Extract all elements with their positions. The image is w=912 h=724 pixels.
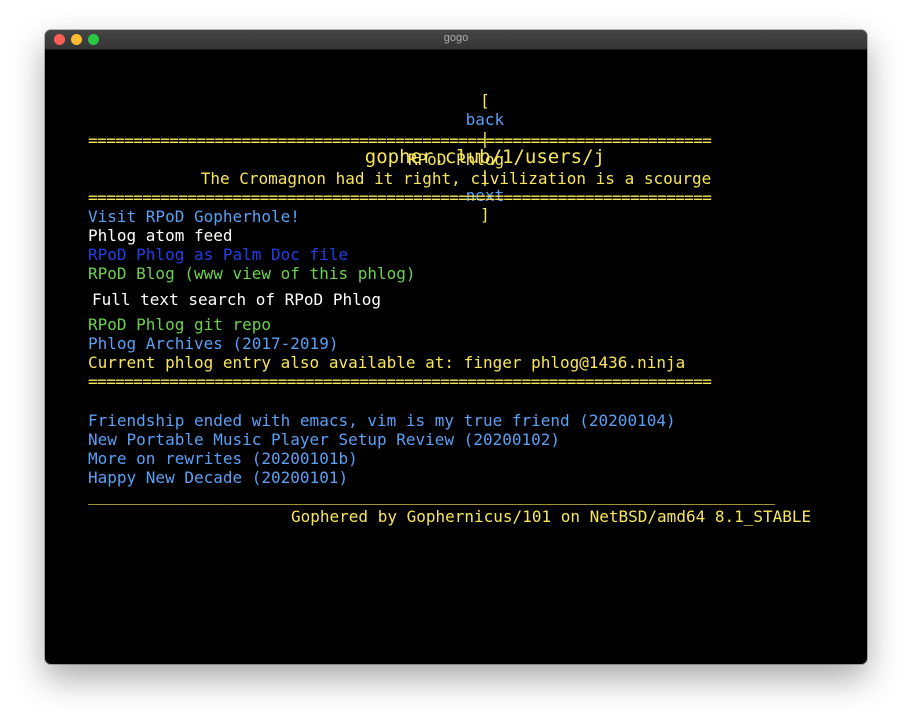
entry-link[interactable]: New Portable Music Player Setup Review (… (88, 430, 560, 449)
header-rule-top: ========================================… (88, 131, 712, 150)
phlog-title: RPoD Phlog (407, 150, 505, 169)
server-footer: Gophered by Gophernicus/101 on NetBSD/am… (291, 507, 812, 526)
footer-underline: ________________________________________… (88, 486, 775, 505)
entry-link[interactable]: Friendship ended with emacs, vim is my t… (88, 411, 676, 430)
title-bar: gogo (45, 30, 867, 50)
gopherhole-link[interactable]: Visit RPoD Gopherhole! (88, 207, 300, 226)
git-repo-link[interactable]: RPoD Phlog git repo (88, 315, 271, 334)
full-text-search-link[interactable]: Full text search of RPoD Phlog (92, 290, 381, 309)
gopher-page: [ back | gopher.club/1/users/j | next ] … (45, 50, 867, 664)
entry-link[interactable]: More on rewrites (20200101b) (88, 449, 358, 468)
palm-doc-link[interactable]: RPoD Phlog as Palm Doc file (88, 245, 348, 264)
back-link[interactable]: back (466, 110, 505, 129)
menu-rule: ========================================… (88, 372, 712, 391)
phlog-subtitle: The Cromagnon had it right, civilization… (200, 169, 712, 188)
window-title: gogo (443, 32, 469, 44)
archives-link[interactable]: Phlog Archives (2017-2019) (88, 334, 338, 353)
www-blog-link[interactable]: RPoD Blog (www view of this phlog) (88, 264, 416, 283)
nav-close-bracket: ] (480, 205, 490, 224)
entry-link[interactable]: Happy New Decade (20200101) (88, 468, 348, 487)
header-rule-bottom: ========================================… (88, 188, 712, 207)
nav-open-bracket: [ (480, 91, 490, 110)
browser-window: gogo [ back | gopher.club/1/users/j | ne… (45, 30, 867, 664)
atom-feed-link[interactable]: Phlog atom feed (88, 226, 233, 245)
finger-info: Current phlog entry also available at: f… (88, 353, 686, 372)
